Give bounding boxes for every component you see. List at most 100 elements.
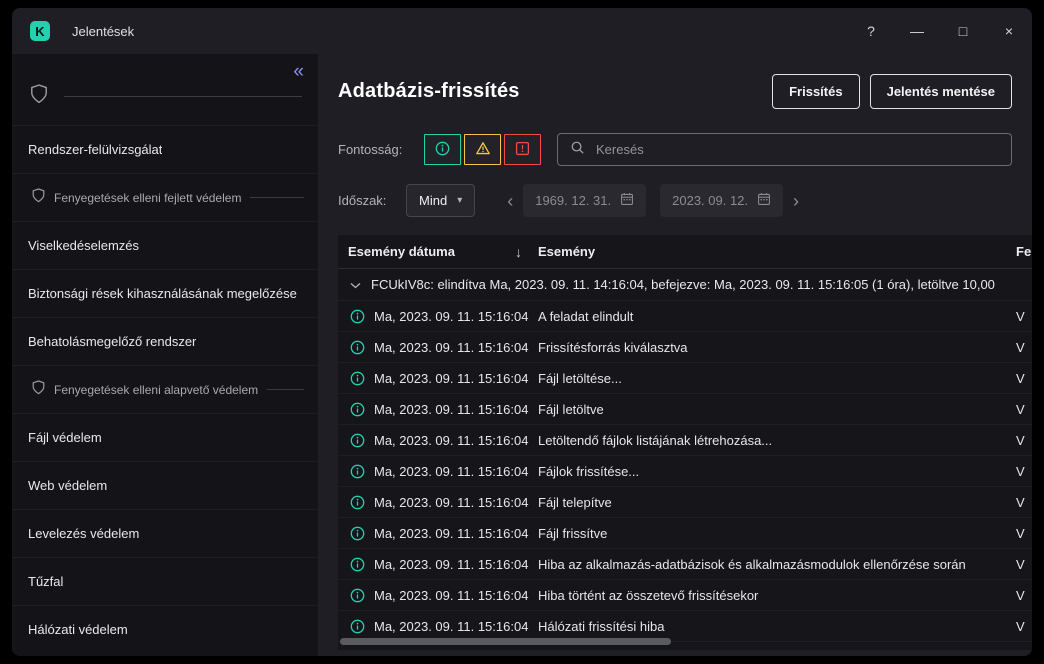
horizontal-scrollbar-thumb[interactable] — [340, 638, 671, 645]
sidebar-item-tuzfal[interactable]: Tűzfal — [12, 557, 318, 605]
period-select[interactable]: Mind ▾ — [406, 184, 475, 217]
calendar-icon — [757, 192, 771, 209]
collapse-sidebar-button[interactable]: « — [287, 58, 310, 85]
app-window: K Jelentések ? — □ × « Rendszer-felülviz… — [12, 8, 1032, 656]
task-group-row[interactable]: FCUkIV8c: elindítva Ma, 2023. 09. 11. 14… — [338, 269, 1032, 301]
chevron-right-icon[interactable]: › — [783, 192, 809, 210]
shield-icon — [32, 188, 45, 208]
events-table: Esemény dátuma ↓ Esemény Fe FCUkIV8c: el… — [338, 235, 1032, 650]
chevron-down-icon: ▾ — [457, 195, 462, 206]
table-row[interactable]: Ma, 2023. 09. 11. 15:16:04 Fájl letöltés… — [338, 363, 1032, 394]
task-group-summary: FCUkIV8c: elindítva Ma, 2023. 09. 11. 14… — [371, 277, 995, 292]
date-to-value: 2023. 09. 12. — [672, 193, 748, 208]
event-text: A feladat elindult — [538, 309, 1016, 324]
date-from-field[interactable]: 1969. 12. 31. — [523, 184, 646, 217]
table-row[interactable]: Ma, 2023. 09. 11. 15:16:04 Fájl letöltve… — [338, 394, 1032, 425]
importance-filter-row: Fontosság: — [338, 133, 1012, 166]
sidebar-section-header — [12, 54, 318, 125]
sidebar-item-label: Hálózati védelem — [28, 622, 128, 637]
event-user: V — [1016, 526, 1032, 541]
info-icon — [350, 309, 365, 324]
sidebar-item-viselkedeselemzes[interactable]: Viselkedéselemzés — [12, 221, 318, 269]
minimize-button[interactable]: — — [894, 8, 940, 54]
sidebar-item-label: Viselkedéselemzés — [28, 238, 139, 253]
header-actions: Frissítés Jelentés mentése — [772, 74, 1012, 109]
sidebar-item-web-vedelem[interactable]: Web védelem — [12, 461, 318, 509]
event-user: V — [1016, 309, 1032, 324]
close-button[interactable]: × — [986, 8, 1032, 54]
info-icon — [435, 141, 450, 159]
info-icon — [350, 588, 365, 603]
column-header-user[interactable]: Fe — [1016, 244, 1032, 259]
info-icon — [350, 433, 365, 448]
event-text: Fájl letöltése... — [538, 371, 1016, 386]
table-row[interactable]: Ma, 2023. 09. 11. 15:16:04 Fájl frissítv… — [338, 518, 1032, 549]
search-icon — [570, 140, 585, 160]
event-user: V — [1016, 402, 1032, 417]
critical-icon — [515, 141, 530, 159]
column-header-label: Esemény dátuma — [348, 244, 455, 259]
importance-critical-button[interactable] — [504, 134, 541, 165]
table-row[interactable]: Ma, 2023. 09. 11. 15:16:04 Hiba történt … — [338, 580, 1032, 611]
info-icon — [350, 340, 365, 355]
help-button[interactable]: ? — [848, 8, 894, 54]
kaspersky-logo-icon: K — [30, 21, 50, 41]
event-date: Ma, 2023. 09. 11. 15:16:04 — [374, 588, 538, 603]
refresh-button[interactable]: Frissítés — [772, 74, 859, 109]
importance-warning-button[interactable] — [464, 134, 501, 165]
shield-icon — [30, 84, 48, 109]
sidebar-item-halozati-vedelem[interactable]: Hálózati védelem — [12, 605, 318, 653]
importance-filter-group — [424, 134, 541, 165]
event-text: Fájlok frissítése... — [538, 464, 1016, 479]
event-text: Fájl letöltve — [538, 402, 1016, 417]
section-divider — [250, 197, 304, 198]
sidebar-item-rendszer-felulvizsgalat[interactable]: Rendszer-felülvizsgálat — [12, 125, 318, 173]
info-icon — [350, 495, 365, 510]
table-row[interactable]: Ma, 2023. 09. 11. 15:16:04 A feladat eli… — [338, 301, 1032, 332]
search-input[interactable] — [594, 141, 999, 158]
chevron-down-icon — [350, 277, 361, 292]
app-body: « Rendszer-felülvizsgálat Fenyegetések e… — [12, 54, 1032, 656]
event-date: Ma, 2023. 09. 11. 15:16:04 — [374, 433, 538, 448]
sidebar-section-label: Fenyegetések elleni fejlett védelem — [54, 191, 241, 205]
page-title: Adatbázis-frissítés — [338, 80, 520, 103]
window-controls: ? — □ × — [848, 8, 1032, 54]
event-text: Fájl telepítve — [538, 495, 1016, 510]
sidebar-item-levelezes-vedelem[interactable]: Levelezés védelem — [12, 509, 318, 557]
save-report-button[interactable]: Jelentés mentése — [870, 74, 1012, 109]
event-text: Hiba az alkalmazás-adatbázisok és alkalm… — [538, 557, 1016, 572]
table-row[interactable]: Ma, 2023. 09. 11. 15:16:04 Fájl telepítv… — [338, 487, 1032, 518]
chevron-left-icon[interactable]: ‹ — [497, 192, 523, 210]
sidebar-item-behatolasmegelozo[interactable]: Behatolásmegelőző rendszer — [12, 317, 318, 365]
event-date: Ma, 2023. 09. 11. 15:16:04 — [374, 402, 538, 417]
importance-info-button[interactable] — [424, 134, 461, 165]
sidebar-item-label: Fájl védelem — [28, 430, 102, 445]
event-user: V — [1016, 495, 1032, 510]
maximize-button[interactable]: □ — [940, 8, 986, 54]
event-user: V — [1016, 340, 1032, 355]
sidebar-item-label: Levelezés védelem — [28, 526, 139, 541]
info-icon — [350, 619, 365, 634]
column-header-event-date[interactable]: Esemény dátuma ↓ — [348, 244, 538, 260]
date-from-value: 1969. 12. 31. — [535, 193, 611, 208]
event-date: Ma, 2023. 09. 11. 15:16:04 — [374, 309, 538, 324]
table-row[interactable]: Ma, 2023. 09. 11. 15:16:04 Letöltendő fá… — [338, 425, 1032, 456]
sidebar-item-fajl-vedelem[interactable]: Fájl védelem — [12, 413, 318, 461]
sidebar-item-label: Tűzfal — [28, 574, 63, 589]
date-to-field[interactable]: 2023. 09. 12. — [660, 184, 783, 217]
sidebar-item-biztonsagi-resek[interactable]: Biztonsági rések kihasználásának megelőz… — [12, 269, 318, 317]
event-date: Ma, 2023. 09. 11. 15:16:04 — [374, 526, 538, 541]
section-divider — [267, 389, 304, 390]
event-date: Ma, 2023. 09. 11. 15:16:04 — [374, 464, 538, 479]
titlebar: K Jelentések ? — □ × — [12, 8, 1032, 54]
table-row[interactable]: Ma, 2023. 09. 11. 15:16:04 Fájlok frissí… — [338, 456, 1032, 487]
sort-descending-icon: ↓ — [515, 244, 522, 260]
event-user: V — [1016, 464, 1032, 479]
table-row[interactable]: Ma, 2023. 09. 11. 15:16:04 Frissítésforr… — [338, 332, 1032, 363]
event-text: Hálózati frissítési hiba — [538, 619, 1016, 634]
table-row[interactable]: Ma, 2023. 09. 11. 15:16:04 Hiba az alkal… — [338, 549, 1032, 580]
event-text: Hiba történt az összetevő frissítésekor — [538, 588, 1016, 603]
main-content: Adatbázis-frissítés Frissítés Jelentés m… — [318, 54, 1032, 656]
column-header-event[interactable]: Esemény — [538, 244, 1016, 259]
event-text: Letöltendő fájlok listájának létrehozása… — [538, 433, 1016, 448]
